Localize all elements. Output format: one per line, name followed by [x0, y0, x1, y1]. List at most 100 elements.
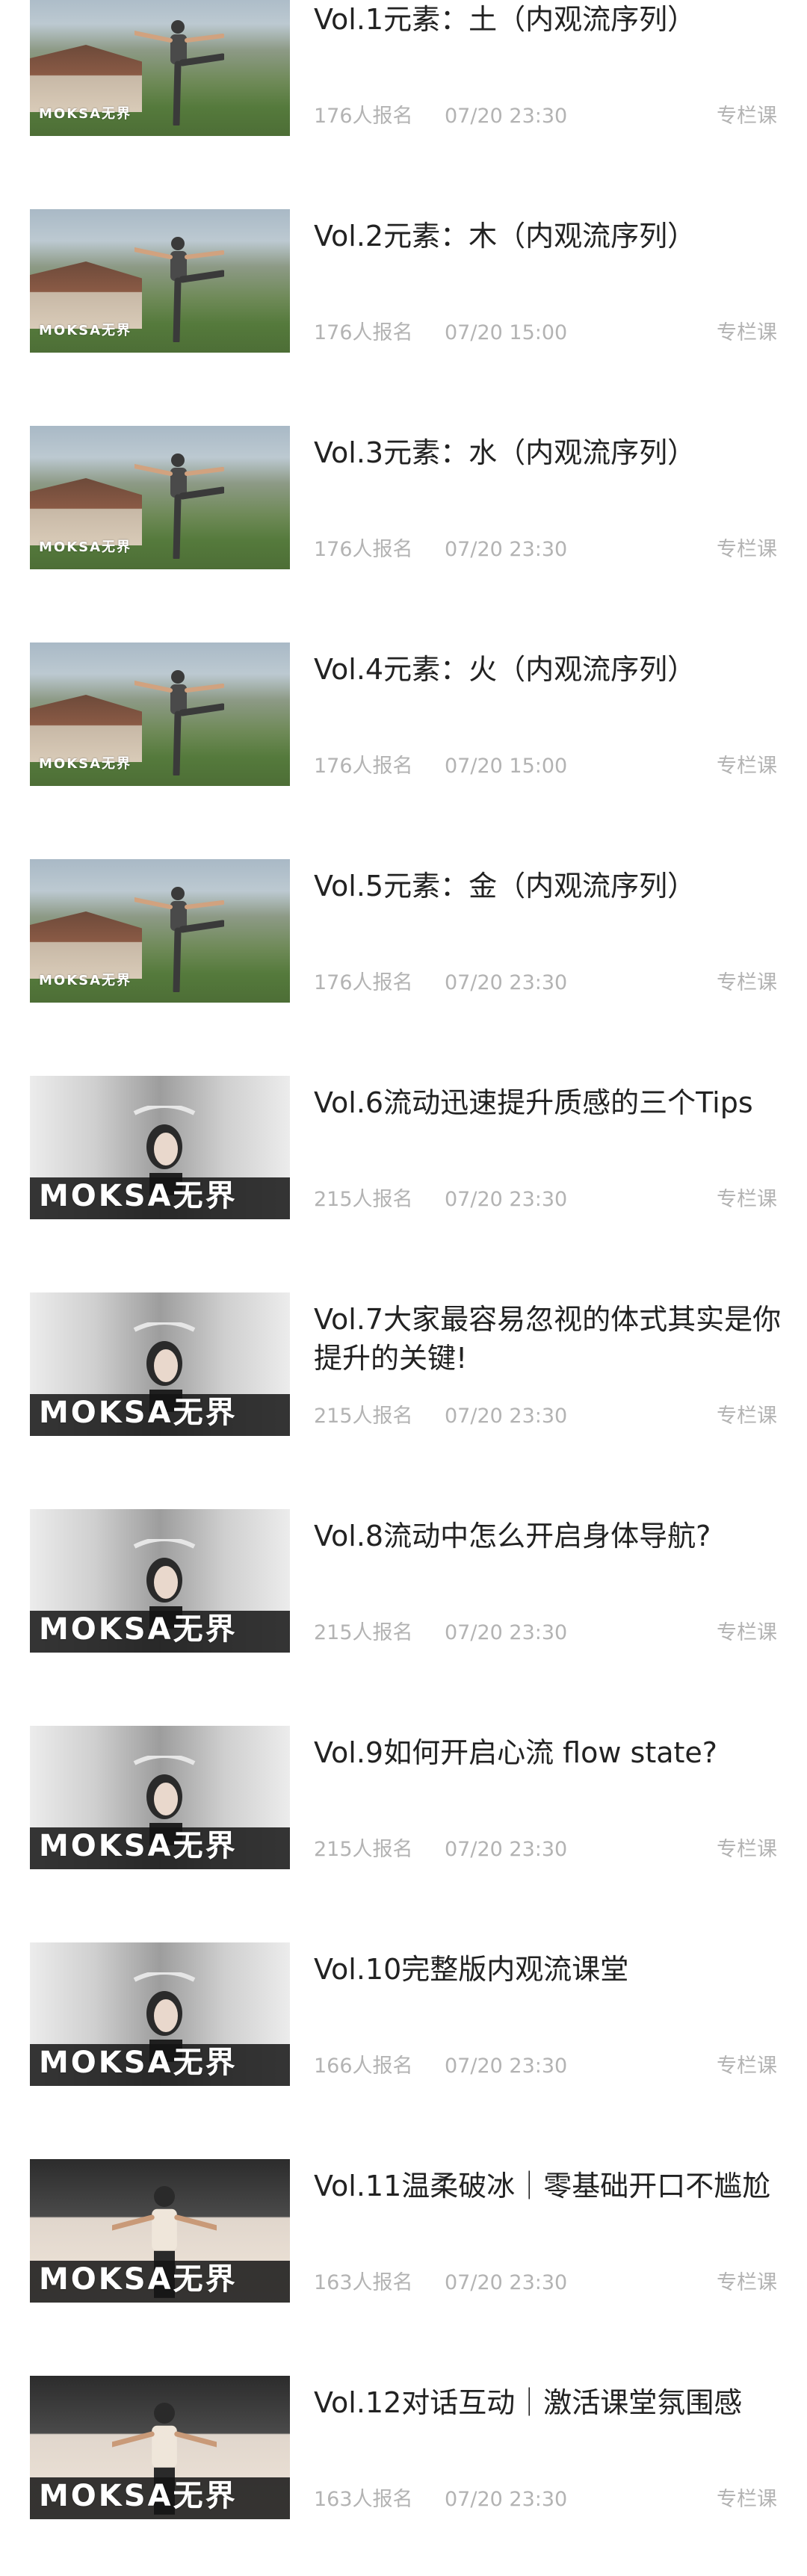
- course-time: 07/20 23:30: [445, 2055, 568, 2078]
- course-title[interactable]: Vol.5元素：金（内观流序列）: [314, 867, 785, 905]
- course-list-item[interactable]: MOKSA无界 Vol.10完整版内观流课堂 166人报名 07/20 23:30 专栏…: [0, 1942, 807, 2107]
- course-list-item[interactable]: MOKSA无界 Vol.1元素：土（内观流序列） 176人报名 07/20 23:30…: [0, 0, 807, 157]
- course-type-tag: 专栏课: [717, 755, 777, 778]
- signup-count: 176人报名: [314, 971, 413, 994]
- course-title[interactable]: Vol.10完整版内观流课堂: [314, 1950, 785, 1989]
- course-title[interactable]: Vol.6流动迅速提升质感的三个Tips: [314, 1083, 785, 1122]
- signup-count: 163人报名: [314, 2488, 413, 2511]
- course-title[interactable]: Vol.7大家最容易忽视的体式其实是你提升的关键!: [314, 1300, 785, 1378]
- yoga-pose-figure-icon: [134, 670, 224, 775]
- signup-count: 176人报名: [314, 321, 413, 344]
- yoga-pose-figure-icon: [134, 887, 224, 992]
- course-thumbnail[interactable]: MOKSA无界: [30, 2376, 290, 2519]
- signup-count: 176人报名: [314, 105, 413, 128]
- course-thumbnail[interactable]: MOKSA无界: [30, 2159, 290, 2303]
- course-list-item[interactable]: MOKSA无界 Vol.2元素：木（内观流序列） 176人报名 07/20 15:00…: [0, 209, 807, 374]
- course-title[interactable]: Vol.3元素：水（内观流序列）: [314, 433, 785, 472]
- signup-count: 215人报名: [314, 1621, 413, 1644]
- course-thumbnail[interactable]: MOKSA无界: [30, 643, 290, 786]
- building-roof-decor: [30, 911, 142, 979]
- course-time: 07/20 23:30: [445, 1621, 568, 1644]
- moksa-logo: MOKSA无界: [39, 106, 132, 122]
- course-time: 07/20 15:00: [445, 755, 568, 778]
- course-time: 07/20 23:30: [445, 1188, 568, 1211]
- course-meta: 176人报名 07/20 23:30 专栏课: [314, 102, 777, 131]
- course-time: 07/20 23:30: [445, 1405, 568, 1428]
- course-thumbnail[interactable]: MOKSA无界: [30, 1292, 290, 1436]
- building-roof-decor: [30, 45, 142, 112]
- course-meta: 215人报名 07/20 23:30 专栏课: [314, 1402, 777, 1431]
- course-type-tag: 专栏课: [717, 971, 777, 994]
- course-title[interactable]: Vol.1元素：土（内观流序列）: [314, 0, 785, 39]
- course-title[interactable]: Vol.11温柔破冰｜零基础开口不尴尬: [314, 2167, 785, 2205]
- course-type-tag: 专栏课: [717, 1838, 777, 1861]
- building-roof-decor: [30, 478, 142, 545]
- course-meta: 176人报名 07/20 23:30 专栏课: [314, 535, 777, 565]
- course-thumbnail[interactable]: MOKSA无界: [30, 859, 290, 1003]
- course-time: 07/20 23:30: [445, 2271, 568, 2294]
- course-list-item[interactable]: MOKSA无界 Vol.12对话互动｜激活课堂氛围感 163人报名 07/20 23:…: [0, 2376, 807, 2540]
- moksa-logo: MOKSA无界: [39, 756, 132, 772]
- yoga-pose-figure-icon: [134, 453, 224, 559]
- course-type-tag: 专栏课: [717, 1405, 777, 1428]
- course-thumbnail[interactable]: MOKSA无界: [30, 1076, 290, 1219]
- course-title[interactable]: Vol.2元素：木（内观流序列）: [314, 217, 785, 256]
- signup-count: 163人报名: [314, 2271, 413, 2294]
- course-meta: 163人报名 07/20 23:30 专栏课: [314, 2485, 777, 2515]
- course-type-tag: 专栏课: [717, 105, 777, 128]
- moksa-logo: MOKSA无界: [39, 1396, 238, 1430]
- course-title[interactable]: Vol.4元素：火（内观流序列）: [314, 650, 785, 689]
- course-meta: 215人报名 07/20 23:30 专栏课: [314, 1185, 777, 1215]
- course-list-item[interactable]: MOKSA无界 Vol.4元素：火（内观流序列） 176人报名 07/20 15:00…: [0, 643, 807, 807]
- course-meta: 163人报名 07/20 23:30 专栏课: [314, 2268, 777, 2298]
- yoga-pose-figure-icon: [134, 20, 224, 126]
- course-list-item[interactable]: MOKSA无界 Vol.8流动中怎么开启身体导航? 215人报名 07/20 23:3…: [0, 1509, 807, 1674]
- course-title[interactable]: Vol.9如何开启心流 flow state?: [314, 1733, 785, 1772]
- course-meta: 215人报名 07/20 23:30 专栏课: [314, 1835, 777, 1865]
- moksa-logo: MOKSA无界: [39, 1179, 238, 1213]
- course-list-item[interactable]: MOKSA无界 Vol.11温柔破冰｜零基础开口不尴尬 163人报名 07/20 23…: [0, 2159, 807, 2323]
- signup-count: 215人报名: [314, 1405, 413, 1428]
- moksa-logo: MOKSA无界: [39, 323, 132, 338]
- course-thumbnail[interactable]: MOKSA无界: [30, 1726, 290, 1869]
- signup-count: 176人报名: [314, 755, 413, 778]
- signup-count: 215人报名: [314, 1838, 413, 1861]
- course-time: 07/20 23:30: [445, 538, 568, 561]
- course-thumbnail[interactable]: MOKSA无界: [30, 426, 290, 569]
- course-list-item[interactable]: MOKSA无界 Vol.6流动迅速提升质感的三个Tips 215人报名 07/20 2…: [0, 1076, 807, 1240]
- course-list-item[interactable]: MOKSA无界 Vol.7大家最容易忽视的体式其实是你提升的关键! 215人报名 07…: [0, 1292, 807, 1457]
- moksa-logo: MOKSA无界: [39, 973, 132, 988]
- course-meta: 176人报名 07/20 23:30 专栏课: [314, 968, 777, 998]
- course-type-tag: 专栏课: [717, 538, 777, 561]
- course-type-tag: 专栏课: [717, 2271, 777, 2294]
- course-list-item[interactable]: MOKSA无界 Vol.3元素：水（内观流序列） 176人报名 07/20 23:30…: [0, 426, 807, 590]
- moksa-logo: MOKSA无界: [39, 2262, 238, 2297]
- course-meta: 215人报名 07/20 23:30 专栏课: [314, 1618, 777, 1648]
- course-type-tag: 专栏课: [717, 1621, 777, 1644]
- course-thumbnail[interactable]: MOKSA无界: [30, 1942, 290, 2086]
- moksa-logo: MOKSA无界: [39, 2046, 238, 2080]
- moksa-logo: MOKSA无界: [39, 1612, 238, 1647]
- signup-count: 215人报名: [314, 1188, 413, 1211]
- course-meta: 166人报名 07/20 23:30 专栏课: [314, 2052, 777, 2081]
- course-type-tag: 专栏课: [717, 321, 777, 344]
- building-roof-decor: [30, 261, 142, 329]
- course-thumbnail[interactable]: MOKSA无界: [30, 1509, 290, 1653]
- course-time: 07/20 23:30: [445, 105, 568, 128]
- yoga-pose-figure-icon: [134, 237, 224, 342]
- course-list-item[interactable]: MOKSA无界 Vol.9如何开启心流 flow state? 215人报名 07/2…: [0, 1726, 807, 1890]
- course-title[interactable]: Vol.12对话互动｜激活课堂氛围感: [314, 2383, 785, 2422]
- course-type-tag: 专栏课: [717, 2488, 777, 2511]
- course-time: 07/20 15:00: [445, 321, 568, 344]
- course-title[interactable]: Vol.8流动中怎么开启身体导航?: [314, 1517, 785, 1555]
- course-type-tag: 专栏课: [717, 2055, 777, 2078]
- signup-count: 166人报名: [314, 2055, 413, 2078]
- course-thumbnail[interactable]: MOKSA无界: [30, 209, 290, 353]
- moksa-logo: MOKSA无界: [39, 539, 132, 555]
- course-list-item[interactable]: MOKSA无界 Vol.5元素：金（内观流序列） 176人报名 07/20 23:30…: [0, 859, 807, 1024]
- building-roof-decor: [30, 695, 142, 762]
- course-thumbnail[interactable]: MOKSA无界: [30, 0, 290, 136]
- course-meta: 176人报名 07/20 15:00 专栏课: [314, 318, 777, 348]
- course-time: 07/20 23:30: [445, 2488, 568, 2511]
- course-meta: 176人报名 07/20 15:00 专栏课: [314, 752, 777, 781]
